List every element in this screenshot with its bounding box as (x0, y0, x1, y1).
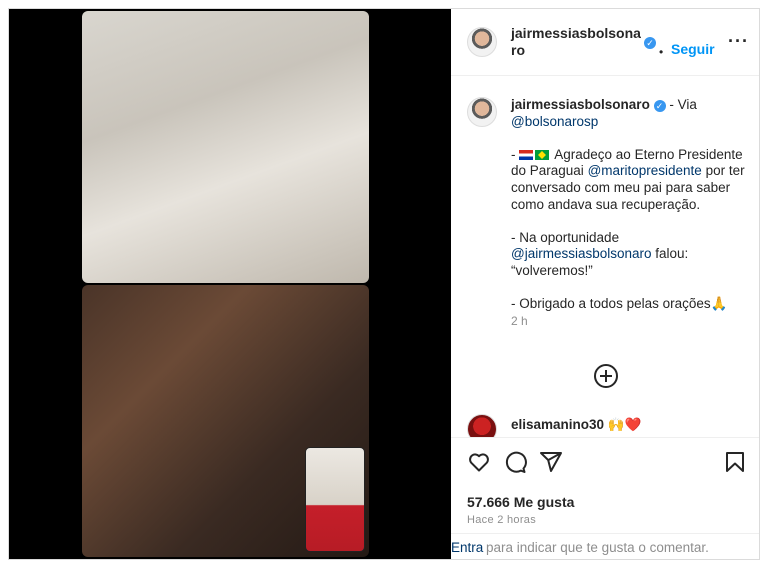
brazil-flag-icon (535, 149, 550, 160)
caption-timestamp[interactable]: 2 h (511, 313, 751, 330)
commenter-username[interactable]: elisamanino30 (511, 417, 604, 432)
mention-link[interactable]: @jairmessiasbolsonaro (511, 246, 652, 261)
post-media[interactable] (9, 9, 451, 559)
mention-link[interactable]: @bolsonarosp (511, 114, 598, 129)
login-link[interactable]: Entra (451, 540, 483, 555)
caption-line1-prefix: - (511, 146, 520, 162)
caption-area: jairmessiasbolsonaro ✓ - Via @bolsonaros… (451, 77, 759, 437)
caption-via: - Via (665, 97, 697, 112)
verified-badge-icon: ✓ (644, 37, 656, 49)
video-call-top-participant (82, 11, 369, 283)
mention-link[interactable]: @maritopresidente (588, 163, 702, 178)
post-sidebar: jairmessiasbolsonaro ✓ • Seguir ··· jair… (451, 9, 759, 559)
post-date: Hace 2 horas (467, 514, 537, 526)
login-hint-text: para indicar que te gusta o comentar. (486, 540, 709, 555)
caption-username[interactable]: jairmessiasbolsonaro (511, 97, 650, 112)
header-username[interactable]: jairmessiasbolsonaro (511, 25, 641, 59)
comment-item: elisamanino30 🙌❤️ (451, 404, 759, 437)
follow-button[interactable]: Seguir (671, 41, 715, 57)
share-send-icon[interactable] (539, 450, 563, 474)
save-bookmark-icon[interactable] (723, 450, 747, 474)
post-actions: 57.666 Me gusta Hace 2 horas (451, 437, 759, 537)
avatar[interactable] (467, 27, 497, 57)
comment-bubble-icon[interactable] (503, 450, 527, 474)
paraguay-flag-icon (519, 149, 534, 160)
like-heart-icon[interactable] (467, 450, 491, 474)
caption-line2-prefix: - Na oportunidade (511, 229, 620, 245)
caption-avatar[interactable] (467, 97, 497, 127)
more-options-icon[interactable]: ··· (728, 32, 749, 50)
video-call-self-view (305, 447, 365, 552)
caption-line3: - Obrigado a todos pelas orações🙏 (511, 296, 728, 312)
comment-login-bar: Entra para indicar que te gusta o coment… (451, 533, 759, 559)
caption-text: jairmessiasbolsonaro ✓ - Via @bolsonaros… (511, 97, 751, 329)
commenter-avatar[interactable] (467, 414, 497, 437)
separator-dot: • (659, 45, 664, 59)
post-dialog: jairmessiasbolsonaro ✓ • Seguir ··· jair… (8, 8, 760, 560)
comment-text: 🙌❤️ (604, 417, 642, 432)
post-header: jairmessiasbolsonaro ✓ • Seguir ··· (451, 9, 759, 76)
verified-badge-icon: ✓ (653, 100, 666, 112)
likes-count[interactable]: 57.666 Me gusta (467, 494, 574, 510)
load-more-comments-icon[interactable] (594, 364, 618, 388)
